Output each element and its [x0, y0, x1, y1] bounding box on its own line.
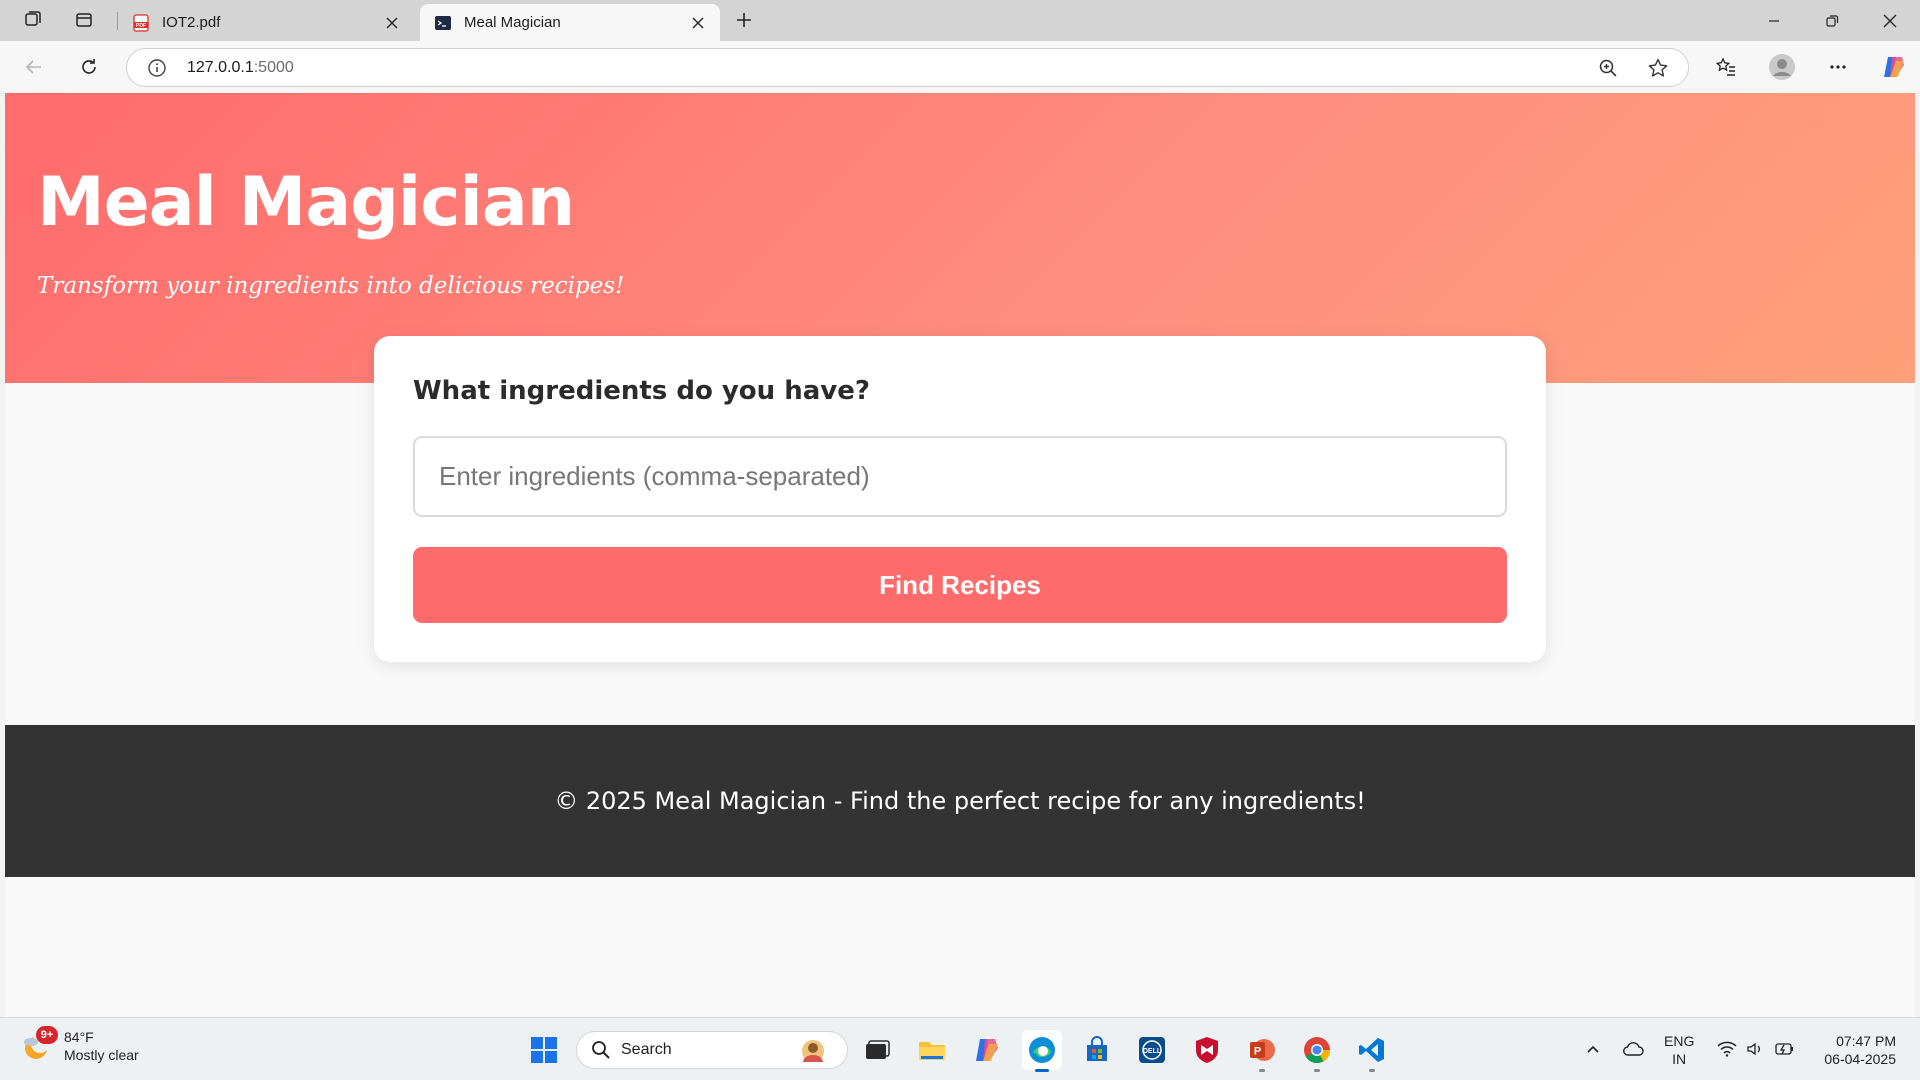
close-icon[interactable] — [688, 13, 708, 33]
tab-title: Meal Magician — [464, 14, 561, 31]
refresh-button[interactable] — [73, 51, 105, 83]
restore-button[interactable] — [1803, 0, 1861, 41]
close-icon — [1883, 14, 1897, 27]
copilot-icon — [976, 1039, 998, 1061]
search-highlight-icon — [802, 1040, 824, 1062]
copilot-app-button[interactable] — [967, 1030, 1007, 1070]
find-recipes-button[interactable]: Find Recipes — [413, 547, 1507, 623]
chevron-up-icon[interactable] — [1582, 1038, 1604, 1060]
lang-line2: IN — [1672, 1051, 1687, 1067]
restore-icon — [1826, 14, 1839, 27]
task-view-icon — [866, 1040, 890, 1059]
svg-text:P: P — [1254, 1046, 1261, 1058]
edge-icon — [1029, 1037, 1055, 1063]
close-window-button[interactable] — [1861, 0, 1919, 41]
taskbar-search[interactable]: Search — [576, 1031, 848, 1069]
favorite-star-icon[interactable] — [1647, 57, 1669, 79]
more-dots-icon — [1830, 65, 1846, 69]
battery-charging-icon[interactable] — [1774, 1038, 1796, 1060]
notification-badge: 9+ — [36, 1026, 58, 1044]
new-tab-button[interactable] — [728, 6, 760, 34]
system-clock[interactable]: 07:47 PM 06-04-2025 — [1808, 1032, 1896, 1068]
close-icon[interactable] — [382, 13, 402, 33]
weather-condition: Mostly clear — [64, 1047, 139, 1063]
input-language-indicator[interactable]: ENG IN — [1664, 1032, 1694, 1068]
page-title: Meal Magician — [37, 163, 575, 242]
favorites-button[interactable] — [1710, 51, 1742, 83]
weather-text: 84°F Mostly clear — [64, 1028, 139, 1064]
weather-moon-icon: 9+ — [20, 1026, 58, 1064]
edge-browser-button[interactable] — [1022, 1030, 1062, 1072]
back-button[interactable] — [18, 51, 50, 83]
volume-icon[interactable] — [1744, 1038, 1766, 1060]
favorites-icon — [1715, 57, 1735, 76]
wifi-icon[interactable] — [1716, 1038, 1738, 1060]
copilot-icon — [1884, 57, 1904, 77]
file-explorer-button[interactable] — [912, 1030, 952, 1070]
task-view-button[interactable] — [857, 1030, 897, 1070]
vscode-button[interactable] — [1352, 1030, 1392, 1072]
footer-text: © 2025 Meal Magician - Find the perfect … — [554, 787, 1366, 815]
weather-widget[interactable]: 9+ 84°F Mostly clear — [20, 1026, 139, 1064]
windows-logo-icon — [531, 1037, 557, 1063]
onedrive-cloud-icon[interactable] — [1622, 1038, 1644, 1060]
chrome-icon — [1304, 1037, 1331, 1064]
site-info-icon[interactable] — [147, 58, 167, 83]
terminal-icon — [434, 14, 452, 32]
back-arrow-icon — [25, 60, 41, 74]
search-icon — [592, 1041, 610, 1059]
tab-actions-icon[interactable] — [68, 6, 100, 34]
mcafee-button[interactable] — [1187, 1030, 1227, 1070]
minimize-icon — [1769, 19, 1779, 22]
tab-iot2-pdf[interactable]: PDF IOT2.pdf — [118, 4, 414, 41]
running-indicator — [1259, 1069, 1265, 1072]
ingredients-heading: What ingredients do you have? — [413, 376, 870, 406]
settings-more-button[interactable] — [1822, 51, 1854, 83]
avatar-icon — [1769, 54, 1795, 80]
store-button[interactable] — [1077, 1030, 1117, 1070]
active-indicator — [1035, 1069, 1049, 1072]
workspaces-icon[interactable] — [16, 6, 48, 34]
mcafee-shield-icon — [1196, 1037, 1218, 1063]
chrome-button[interactable] — [1297, 1030, 1337, 1072]
svg-text:PDF: PDF — [136, 23, 146, 29]
powerpoint-button[interactable]: P — [1242, 1030, 1282, 1072]
taskbar: 9+ 84°F Mostly clear Search DELL P ENG I… — [0, 1017, 1920, 1080]
plus-icon — [737, 13, 751, 27]
pdf-icon: PDF — [132, 13, 150, 32]
store-icon — [1087, 1036, 1107, 1061]
page-footer: © 2025 Meal Magician - Find the perfect … — [5, 725, 1915, 877]
address-bar[interactable]: 127.0.0.1:5000 — [126, 48, 1689, 87]
running-indicator — [1369, 1069, 1375, 1072]
tab-meal-magician[interactable]: Meal Magician — [420, 4, 720, 41]
folder-icon — [919, 1042, 945, 1060]
zoom-icon[interactable] — [1597, 57, 1619, 79]
powerpoint-icon: P — [1250, 1039, 1275, 1061]
refresh-icon — [82, 59, 96, 74]
browser-toolbar: 127.0.0.1:5000 — [0, 41, 1920, 93]
browser-tab-strip: PDF IOT2.pdf Meal Magician — [0, 0, 1920, 41]
weather-temp: 84°F — [64, 1029, 94, 1045]
vscode-icon — [1359, 1038, 1384, 1062]
profile-button[interactable] — [1766, 51, 1798, 83]
copilot-button[interactable] — [1878, 51, 1910, 83]
search-label: Search — [621, 1041, 672, 1058]
ingredients-input[interactable] — [413, 436, 1507, 517]
url-host: 127.0.0.1 — [187, 59, 254, 76]
lang-line1: ENG — [1664, 1033, 1695, 1049]
page-viewport: Meal Magician Transform your ingredients… — [5, 93, 1915, 1017]
clock-time: 07:47 PM — [1836, 1033, 1896, 1049]
minimize-button[interactable] — [1745, 0, 1803, 41]
running-indicator — [1314, 1069, 1320, 1072]
dell-app-button[interactable]: DELL — [1132, 1030, 1172, 1070]
page-tagline: Transform your ingredients into deliciou… — [37, 273, 625, 299]
url-port: :5000 — [253, 59, 294, 76]
start-button[interactable] — [524, 1030, 564, 1070]
svg-text:DELL: DELL — [1143, 1048, 1162, 1055]
clock-date: 06-04-2025 — [1824, 1051, 1896, 1067]
tab-title: IOT2.pdf — [162, 14, 221, 31]
ingredients-card: What ingredients do you have? Find Recip… — [374, 336, 1546, 662]
url-text: 127.0.0.1:5000 — [187, 59, 294, 77]
dell-icon: DELL — [1139, 1037, 1165, 1063]
